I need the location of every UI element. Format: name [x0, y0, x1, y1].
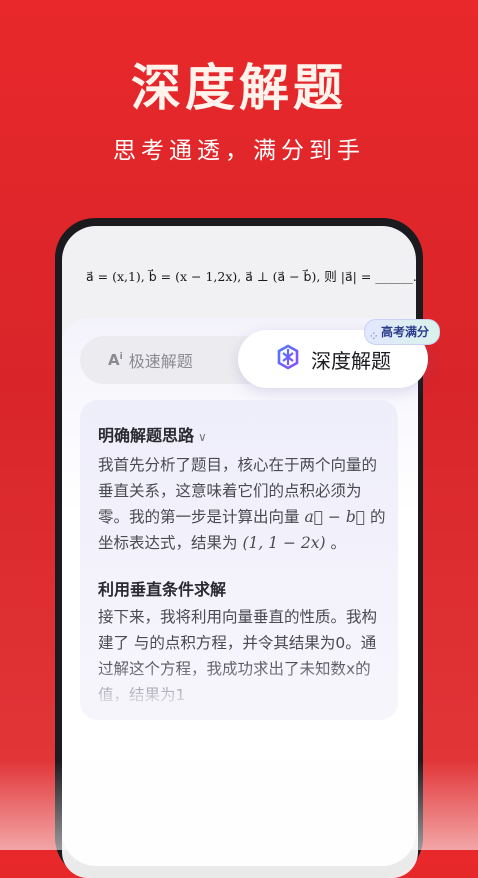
fade-overlay	[80, 660, 398, 720]
tab-fast-solve[interactable]: Ai 极速解题	[108, 336, 193, 384]
section1-title: 明确解题思路	[98, 426, 195, 445]
hexagon-knot-icon	[275, 344, 301, 375]
hero-title: 深度解题	[131, 59, 347, 117]
reasoning-card: 明确解题思路 ∨ 我首先分析了题目，核心在于两个向量的垂直关系，这意味着它们的点积…	[80, 400, 398, 720]
section2-title: 利用垂直条件求解	[98, 580, 227, 599]
exam-badge-label: 高考满分	[381, 325, 430, 339]
exam-badge: ⁘ 高考满分	[364, 319, 441, 345]
tab-deep-solve-label: 深度解题	[311, 348, 391, 373]
bottom-glow	[0, 760, 478, 850]
hero-subtitle: 思考通透，满分到手	[113, 138, 365, 164]
reasoning-section-toggle[interactable]: 明确解题思路 ∨	[98, 422, 207, 446]
result-expression: (1, 1 − 2x)	[242, 534, 326, 552]
vector-expression: a⃗ − b⃗	[304, 508, 366, 526]
sparkle-icon: ⁘	[370, 332, 378, 342]
section1-body: 我首先分析了题目，核心在于两个向量的垂直关系，这意味着它们的点积必须为零。我的第…	[98, 452, 388, 556]
chevron-down-icon: ∨	[198, 430, 207, 444]
section1-end: 。	[330, 534, 347, 552]
ai-sparkle-icon: Ai	[108, 351, 123, 369]
tab-fast-solve-label: 极速解题	[128, 352, 193, 371]
